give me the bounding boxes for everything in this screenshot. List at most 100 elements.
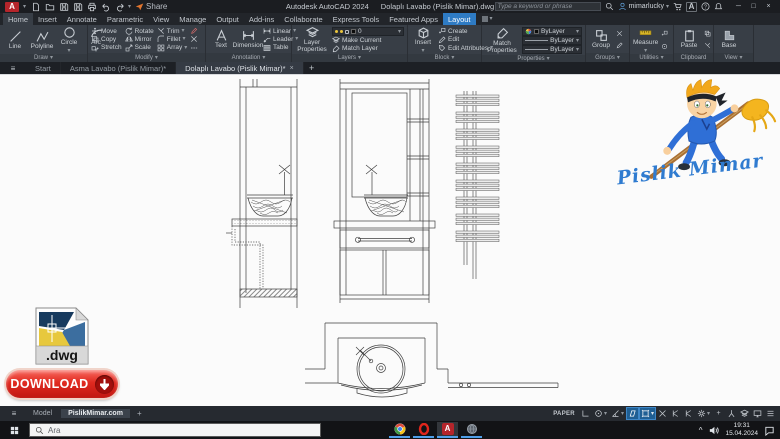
plot-icon[interactable] (86, 2, 97, 12)
space-mode-label[interactable]: PAPER (553, 411, 575, 417)
ribbon-tab-view[interactable]: View (148, 13, 174, 25)
tool-dimension[interactable]: Dimension (236, 26, 260, 53)
workspace-gear-icon[interactable]: ▾ (696, 408, 711, 419)
ribbon-tab-parametric[interactable]: Parametric (102, 13, 148, 25)
opera-icon[interactable] (413, 422, 434, 438)
new-layout-icon[interactable]: + (132, 409, 147, 418)
ribbon-tab-addins[interactable]: Add-ins (244, 13, 279, 25)
tool-move[interactable]: Move (91, 27, 122, 35)
tool-stretch[interactable]: Stretch (91, 44, 122, 52)
explode-icon[interactable] (190, 35, 198, 43)
id-point-icon[interactable] (661, 43, 668, 50)
quick-select-icon[interactable] (661, 30, 668, 37)
tool-trim[interactable]: Trim▾ (157, 27, 188, 35)
autodesk-a-icon[interactable]: A (686, 2, 697, 12)
close-tab-icon[interactable]: × (290, 65, 294, 72)
object-snap-icon[interactable]: ▾ (640, 408, 655, 419)
ribbon-tab-home[interactable]: Home (3, 13, 33, 25)
tool-circle[interactable]: Circle▾ (57, 26, 81, 54)
help-search-input[interactable] (498, 3, 598, 10)
ribbon-tab-featured-apps[interactable]: Featured Apps (384, 13, 443, 25)
maximize-button[interactable]: □ (747, 1, 760, 12)
autoscale-icon[interactable] (670, 408, 681, 419)
undo-icon[interactable] (100, 2, 111, 12)
cut-clip-icon[interactable] (704, 42, 711, 49)
start-button[interactable] (5, 422, 23, 438)
ribbon-tab-insert[interactable]: Insert (33, 13, 62, 25)
panel-label-layers[interactable]: Layers▾ (292, 54, 407, 62)
taskbar-clock[interactable]: 19:31 15.04.2024 (725, 422, 758, 438)
panel-label-modify[interactable]: Modify▾ (88, 53, 205, 62)
drawing-viewport[interactable]: Pislik Mimar .dwg DOWNLOAD (0, 74, 780, 406)
tool-array[interactable]: Array▾ (157, 44, 188, 52)
tool-base[interactable]: Base (717, 26, 741, 53)
tool-scale[interactable]: Scale (125, 44, 154, 52)
save-as-icon[interactable] (72, 2, 83, 12)
ribbon-tab-layout[interactable]: Layout (443, 13, 476, 25)
ribbon-tab-manage[interactable]: Manage (174, 13, 211, 25)
help-icon[interactable] (701, 2, 710, 11)
layout-tabs-menu-icon[interactable]: ≡ (4, 409, 24, 418)
tool-insert[interactable]: Insert▾ (411, 26, 435, 54)
isodraft-icon[interactable] (627, 408, 638, 419)
tool-paste[interactable]: Paste (677, 26, 701, 53)
chrome-icon[interactable] (389, 422, 410, 438)
close-button[interactable]: × (762, 1, 775, 12)
tool-polyline[interactable]: Polyline (30, 26, 54, 54)
ribbon-tab-annotate[interactable]: Annotate (62, 13, 102, 25)
erase-icon[interactable] (190, 27, 198, 35)
annotation-monitor-icon[interactable]: + (713, 408, 724, 419)
autocad-app-icon[interactable]: A (5, 2, 19, 12)
lineweight-dropdown[interactable]: ByLayer▾ (522, 36, 582, 45)
layout-tab-pislikmimar[interactable]: PislikMimar.com (61, 409, 130, 418)
tool-text[interactable]: Text (209, 26, 233, 53)
ribbon-tab-collaborate[interactable]: Collaborate (279, 13, 327, 25)
tool-match-layer[interactable]: Match Layer (332, 45, 404, 53)
tool-group[interactable]: Group (589, 26, 613, 53)
ribbon-options[interactable]: ▾ (476, 13, 499, 25)
object-color-dropdown[interactable]: ByLayer▾ (522, 27, 582, 36)
grid-icon[interactable] (580, 408, 591, 419)
copy-clip-icon[interactable] (704, 30, 711, 37)
annotation-scale-icon[interactable] (683, 408, 694, 419)
ribbon-tab-express-tools[interactable]: Express Tools (328, 13, 385, 25)
panel-label-properties[interactable]: Properties▾ (482, 55, 585, 62)
file-tabs-menu-icon[interactable]: ≡ (0, 62, 26, 74)
help-search-box[interactable] (495, 2, 601, 11)
file-tab-asma-lavabo[interactable]: Asma Lavabo (Pislik Mimar)* (61, 62, 176, 74)
tool-rotate[interactable]: Rotate (125, 27, 154, 35)
hardware-accel-icon[interactable] (739, 408, 750, 419)
minimize-button[interactable]: ─ (732, 1, 745, 12)
share-button[interactable]: Share (135, 2, 167, 11)
new-file-icon[interactable] (30, 2, 41, 12)
file-tab-start[interactable]: Start (26, 62, 61, 74)
account-menu[interactable]: mimarlucky ▾ (618, 2, 669, 11)
panel-label-block[interactable]: Block▾ (408, 54, 481, 62)
annotation-visibility-icon[interactable] (657, 408, 668, 419)
tool-fillet[interactable]: Fillet▾ (157, 35, 188, 43)
offset-icon[interactable] (190, 44, 198, 52)
tray-expand-icon[interactable]: ^ (699, 426, 703, 435)
redo-icon[interactable] (114, 2, 125, 12)
autocad-taskbar-icon[interactable]: A (437, 422, 458, 438)
download-button[interactable]: DOWNLOAD (6, 370, 118, 398)
save-icon[interactable] (58, 2, 69, 12)
globe-app-icon[interactable] (461, 422, 482, 438)
ungroup-icon[interactable] (616, 30, 623, 37)
panel-label-clipboard[interactable]: Clipboard (674, 53, 713, 62)
search-icon[interactable] (605, 2, 614, 11)
ribbon-tab-output[interactable]: Output (211, 13, 244, 25)
panel-label-groups[interactable]: Groups▾ (586, 53, 629, 62)
open-file-icon[interactable] (44, 2, 55, 12)
tool-measure[interactable]: Measure▾ (633, 26, 658, 54)
tool-match-properties[interactable]: Match Properties (485, 26, 519, 55)
notification-bell-icon[interactable] (714, 2, 723, 11)
action-center-icon[interactable] (764, 425, 775, 436)
taskbar-search-input[interactable] (48, 426, 315, 435)
qat-dropdown-icon[interactable]: ▾ (128, 4, 131, 10)
tool-mirror[interactable]: Mirror (125, 35, 154, 43)
clean-screen-icon[interactable] (752, 408, 763, 419)
model-tab[interactable]: Model (26, 409, 59, 418)
layer-dropdown[interactable]: 0 ▾ (332, 27, 404, 36)
tool-copy[interactable]: Copy (91, 35, 122, 43)
